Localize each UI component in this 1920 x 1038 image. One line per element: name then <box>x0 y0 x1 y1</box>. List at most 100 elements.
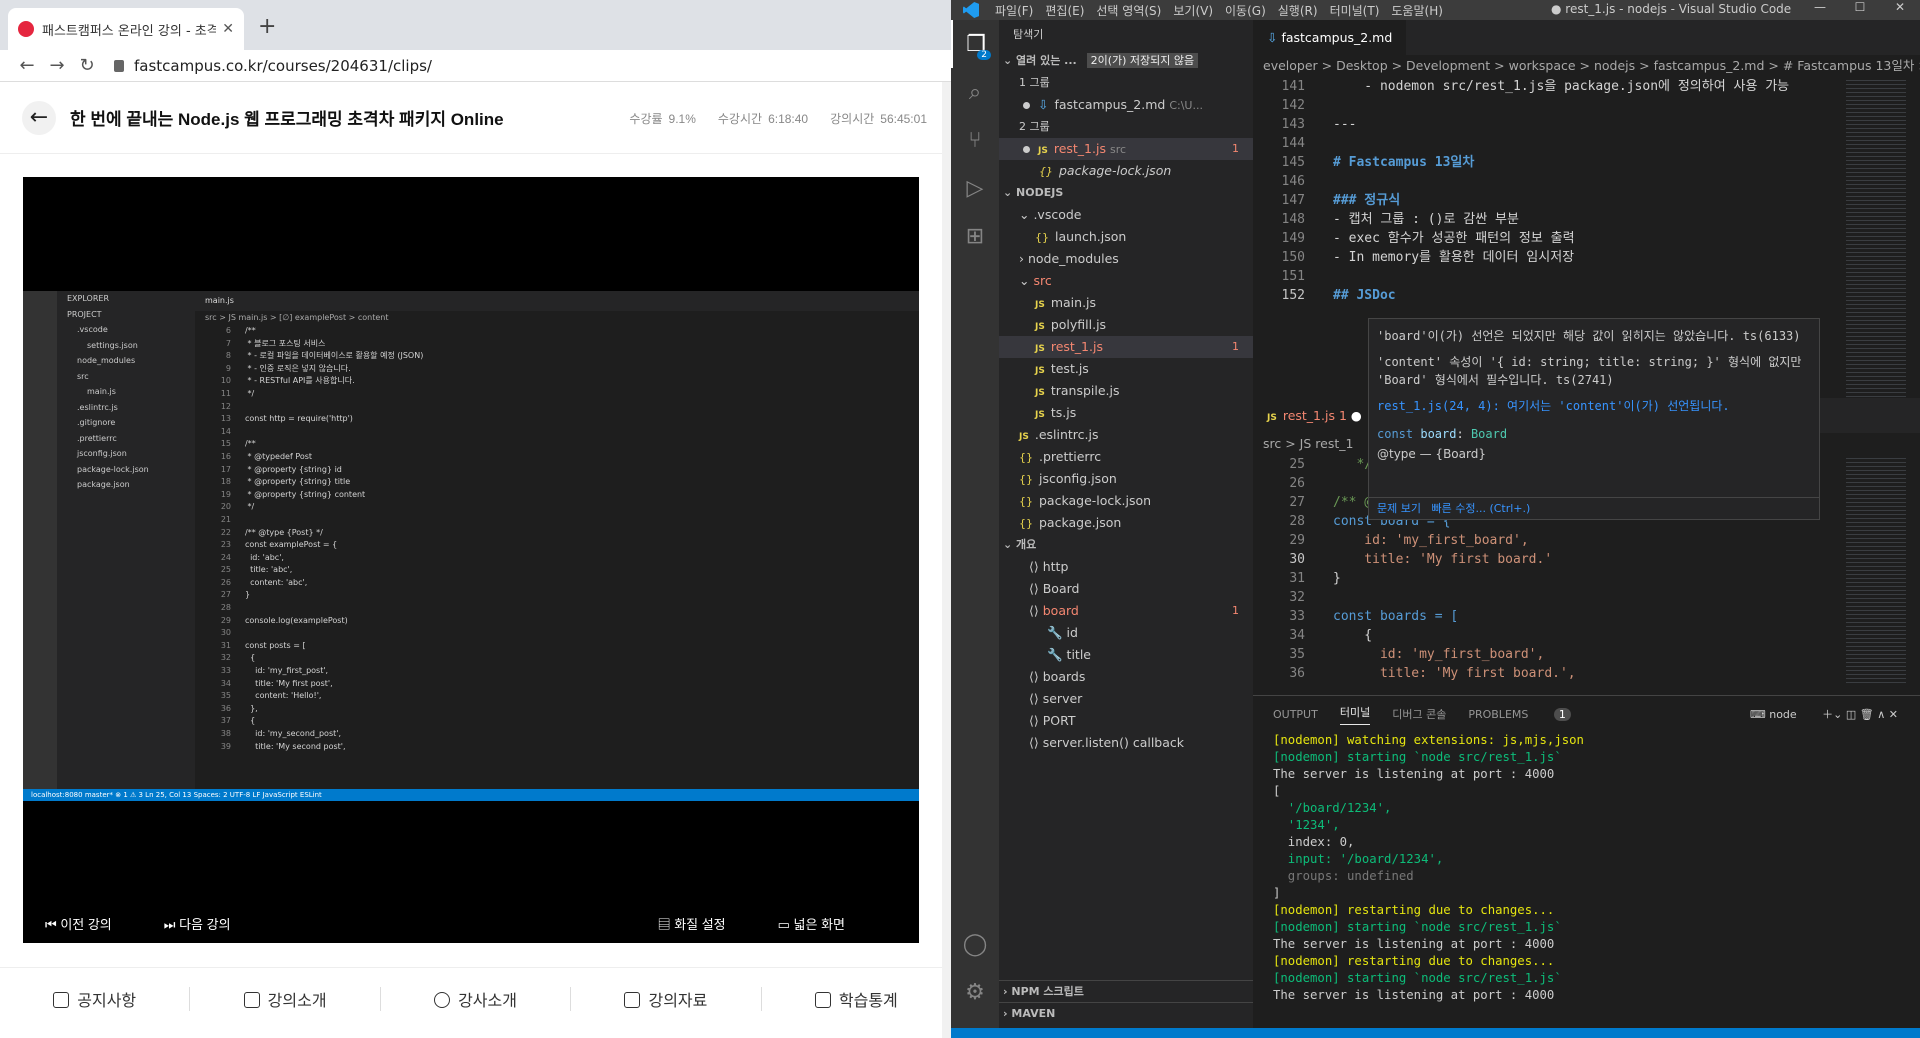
page-scrollbar[interactable] <box>942 82 951 1038</box>
wide-screen-button[interactable]: ▭ 넓은 화면 <box>778 914 871 933</box>
terminal-output[interactable]: [nodemon] watching extensions: js,mjs,js… <box>1253 732 1920 1004</box>
code-line[interactable]: 143 --- <box>1253 115 1920 134</box>
code-line[interactable]: 29 id: 'my_first_board', <box>1253 531 1920 550</box>
outline-item[interactable]: ⟨⟩ boards <box>999 666 1253 688</box>
file-tree-item[interactable]: ⌄ src <box>999 270 1253 292</box>
tab-debug-console[interactable]: 디버그 콘솔 <box>1392 706 1446 722</box>
outline-item[interactable]: ⟨⟩ http <box>999 556 1253 578</box>
minimap-bottom[interactable] <box>1846 455 1906 685</box>
outline-item[interactable]: ⟨⟩ PORT <box>999 710 1253 732</box>
outline-header[interactable]: ⌄ 개요 <box>999 534 1253 556</box>
code-line[interactable]: 147 ### 정규식 <box>1253 191 1920 210</box>
code-line[interactable]: 36 title: 'My first board.', <box>1253 664 1920 683</box>
browser-tab[interactable]: 패스트캠퍼스 온라인 강의 - 초격 ✕ <box>8 8 244 50</box>
nav-course-intro[interactable]: 강의소개 <box>190 986 381 1011</box>
view-problem-link[interactable]: 문제 보기 <box>1377 502 1421 515</box>
outline-item[interactable]: 🔧 title <box>999 644 1253 666</box>
project-header[interactable]: ⌄ NODEJS <box>999 182 1253 204</box>
file-tree-item[interactable]: {} package-lock.json <box>999 490 1253 512</box>
code-line[interactable]: 33 const boards = [ <box>1253 607 1920 626</box>
file-tree-item[interactable]: JS main.js <box>999 292 1253 314</box>
tab-rest1-js[interactable]: JS rest_1.js 1 ● <box>1253 398 1376 433</box>
search-icon[interactable]: ⌕ <box>951 68 999 116</box>
back-arrow-icon[interactable]: ← <box>22 100 56 135</box>
close-tab-icon[interactable]: ✕ <box>222 21 234 37</box>
url-field[interactable]: fastcampus.co.kr/courses/204631/clips/ <box>114 57 432 75</box>
file-tree-item[interactable]: JS test.js <box>999 358 1253 380</box>
maximize-icon[interactable]: ☐ <box>1840 0 1880 14</box>
menu-item[interactable]: 터미널(T) <box>1330 4 1380 18</box>
code-line[interactable]: 34 { <box>1253 626 1920 645</box>
file-tree-item[interactable]: {} package.json <box>999 512 1253 534</box>
code-line[interactable]: 141 - nodemon src/rest_1.js을 package.jso… <box>1253 77 1920 96</box>
code-line[interactable]: 32 <box>1253 588 1920 607</box>
code-line[interactable]: 35 id: 'my_first_board', <box>1253 645 1920 664</box>
open-editor-fastcampus[interactable]: ⇩ fastcampus_2.md C:\U... <box>999 94 1253 116</box>
terminal-shell-select[interactable]: ⌨ node ＋⌄ ◫ 🗑 ∧ ✕ <box>1750 706 1898 722</box>
markdown-code[interactable]: 141 - nodemon src/rest_1.js을 package.jso… <box>1253 77 1920 305</box>
prev-lecture-button[interactable]: ⏮ 이전 강의 <box>45 914 138 933</box>
outline-item[interactable]: 🔧 id <box>999 622 1253 644</box>
outline-item[interactable]: ⟨⟩ Board <box>999 578 1253 600</box>
code-line[interactable]: 146 <box>1253 172 1920 191</box>
code-line[interactable]: 152 ## JSDoc <box>1253 286 1920 305</box>
outline-item[interactable]: ⟨⟩ server.listen() callback <box>999 732 1253 754</box>
menu-item[interactable]: 보기(V) <box>1173 4 1213 18</box>
code-line[interactable]: 30 title: 'My first board.' <box>1253 550 1920 569</box>
hover-related-info[interactable]: rest_1.js(24, 4): 여기서는 'content'이(가) 선언됩… <box>1377 397 1811 415</box>
account-icon[interactable]: ◯ <box>951 920 999 968</box>
menu-item[interactable]: 선택 영역(S) <box>1096 4 1161 18</box>
menu-item[interactable]: 실행(R) <box>1278 4 1318 18</box>
back-icon[interactable]: ← <box>12 55 42 76</box>
file-tree-item[interactable]: {} .prettierrc <box>999 446 1253 468</box>
file-tree-item[interactable]: {} jsconfig.json <box>999 468 1253 490</box>
open-editor-package-lock[interactable]: {} package-lock.json <box>999 160 1253 182</box>
menu-item[interactable]: 편집(E) <box>1045 4 1084 18</box>
forward-icon[interactable]: → <box>42 55 72 76</box>
new-tab-icon[interactable]: + <box>258 14 276 39</box>
npm-scripts-header[interactable]: › NPM 스크립트 <box>999 980 1253 1002</box>
code-line[interactable]: 151 <box>1253 267 1920 286</box>
nav-notice[interactable]: 공지사항 <box>0 986 191 1011</box>
next-lecture-button[interactable]: ⏭ 다음 강의 <box>164 914 257 933</box>
file-tree-item[interactable]: {} launch.json <box>999 226 1253 248</box>
file-tree-item[interactable]: JS transpile.js <box>999 380 1253 402</box>
file-tree-item[interactable]: JS polyfill.js <box>999 314 1253 336</box>
tab-problems[interactable]: PROBLEMS 1 <box>1468 707 1593 721</box>
open-editors-header[interactable]: ⌄ 열려 있는 ... 2이(가) 저장되지 않음 <box>999 50 1253 72</box>
video-player[interactable]: EXPLORER PROJECT .vscode settings.json node_… <box>23 177 919 943</box>
file-tree-item[interactable]: ⌄ .vscode <box>999 204 1253 226</box>
menu-item[interactable]: 도움말(H) <box>1391 4 1443 18</box>
run-debug-icon[interactable]: ▷ <box>951 164 999 212</box>
menu-item[interactable]: 이동(G) <box>1225 4 1266 18</box>
file-tree-item[interactable]: JS ts.js <box>999 402 1253 424</box>
outline-item[interactable]: ⟨⟩ board 1 <box>999 600 1253 622</box>
code-line[interactable]: 144 <box>1253 134 1920 153</box>
code-line[interactable]: 148 - 캡처 그룹 : ()로 감싼 부분 <box>1253 210 1920 229</box>
tab-terminal[interactable]: 터미널 <box>1339 704 1371 725</box>
extensions-icon[interactable]: ⊞ <box>951 212 999 260</box>
code-line[interactable]: 142 <box>1253 96 1920 115</box>
code-line[interactable]: 31} <box>1253 569 1920 588</box>
source-control-icon[interactable]: ⑂ <box>951 116 999 164</box>
nav-instructor[interactable]: 강사소개 <box>381 986 572 1011</box>
quality-settings-button[interactable]: ▤ 화질 설정 <box>658 914 752 933</box>
settings-gear-icon[interactable]: ⚙ <box>951 968 999 1016</box>
tab-output[interactable]: OUTPUT <box>1273 708 1318 721</box>
reload-icon[interactable]: ↻ <box>72 55 102 76</box>
minimap-top[interactable] <box>1846 77 1906 407</box>
menu-item[interactable]: 파일(F) <box>995 4 1033 18</box>
tab-fastcampus-md[interactable]: ⇩ fastcampus_2.md <box>1253 20 1407 55</box>
code-line[interactable]: 149 - exec 함수가 성공한 패턴의 정보 출력 <box>1253 229 1920 248</box>
file-tree-item[interactable]: JS .eslintrc.js <box>999 424 1253 446</box>
open-editor-rest1[interactable]: JS rest_1.js src 1 <box>999 138 1253 160</box>
quick-fix-link[interactable]: 빠른 수정... (Ctrl+.) <box>1431 502 1530 515</box>
minimize-icon[interactable]: — <box>1800 0 1840 14</box>
file-tree-item[interactable]: › node_modules <box>999 248 1253 270</box>
file-tree-item[interactable]: JS rest_1.js 1 <box>999 336 1253 358</box>
code-line[interactable]: 145 # Fastcampus 13일차 <box>1253 153 1920 172</box>
outline-item[interactable]: ⟨⟩ server <box>999 688 1253 710</box>
code-line[interactable]: 150 - In memory를 활용한 데이터 임시저장 <box>1253 248 1920 267</box>
maven-header[interactable]: › MAVEN <box>999 1002 1253 1024</box>
explorer-icon[interactable]: ❐ 2 <box>951 20 999 68</box>
